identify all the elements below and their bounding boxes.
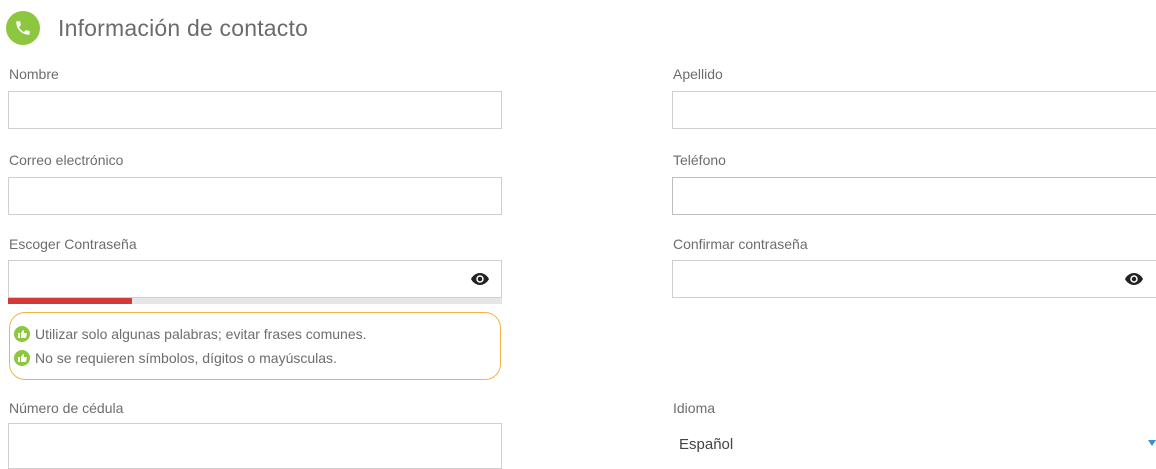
confirmar-label: Confirmar contraseña [673, 236, 808, 252]
thumbs-up-icon [14, 350, 30, 366]
password-hints-box: Utilizar solo algunas palabras; evitar f… [9, 312, 501, 380]
nombre-input[interactable] [9, 92, 501, 128]
apellido-field-wrap [672, 91, 1156, 129]
password-strength-fill [8, 298, 132, 304]
correo-label: Correo electrónico [9, 152, 124, 168]
hint-text: No se requieren símbolos, dígitos o mayú… [35, 350, 337, 366]
hint-item: No se requieren símbolos, dígitos o mayú… [14, 346, 500, 370]
hint-text: Utilizar solo algunas palabras; evitar f… [35, 326, 367, 342]
nombre-field-wrap [8, 91, 502, 129]
confirmar-input[interactable] [673, 261, 1156, 297]
confirmar-field-wrap [672, 260, 1156, 298]
contrasena-input[interactable] [9, 261, 501, 297]
thumbs-up-icon [14, 326, 30, 342]
telefono-field-wrap [672, 177, 1156, 215]
section-header: Información de contacto [6, 10, 308, 46]
cedula-input[interactable] [9, 424, 501, 468]
phone-icon [6, 11, 40, 45]
eye-icon[interactable] [1125, 273, 1143, 285]
password-strength-meter [8, 298, 502, 304]
telefono-input[interactable] [673, 178, 1156, 214]
correo-field-wrap [8, 177, 502, 215]
nombre-label: Nombre [9, 66, 59, 82]
cedula-field-wrap [8, 423, 502, 469]
contrasena-field-wrap [8, 260, 502, 298]
idioma-select[interactable]: Español [679, 436, 733, 453]
apellido-input[interactable] [673, 92, 1156, 128]
hint-item: Utilizar solo algunas palabras; evitar f… [14, 322, 500, 346]
section-title: Información de contacto [58, 14, 309, 41]
correo-input[interactable] [9, 178, 501, 214]
eye-icon[interactable] [471, 273, 489, 285]
cedula-label: Número de cédula [9, 400, 124, 416]
telefono-label: Teléfono [673, 152, 726, 168]
contrasena-label: Escoger Contraseña [9, 236, 137, 252]
apellido-label: Apellido [673, 66, 723, 82]
idioma-label: Idioma [673, 400, 716, 416]
chevron-down-icon[interactable] [1148, 440, 1156, 446]
